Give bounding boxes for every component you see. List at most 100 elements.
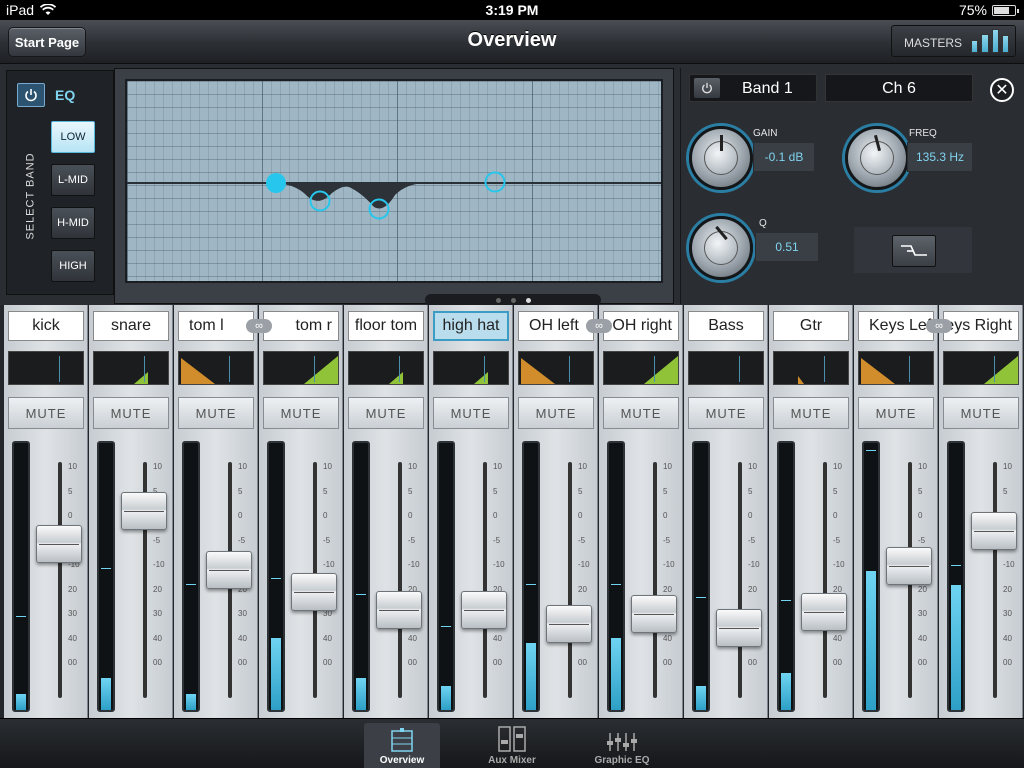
- band-lmid-button[interactable]: L-MID: [51, 164, 95, 196]
- band-low-button[interactable]: LOW: [51, 121, 95, 153]
- fader-track: [738, 462, 742, 698]
- fader-handle[interactable]: [206, 551, 252, 589]
- masters-meter-icon: [971, 29, 1009, 53]
- fader-handle[interactable]: [716, 609, 762, 647]
- fader-handle[interactable]: [801, 593, 847, 631]
- channel-name[interactable]: kick: [8, 311, 84, 341]
- channel-name[interactable]: OH right: [603, 311, 679, 341]
- q-knob[interactable]: [689, 216, 753, 280]
- fader-handle[interactable]: [461, 591, 507, 629]
- page-dot-active: [525, 297, 531, 303]
- mute-button[interactable]: MUTE: [773, 397, 849, 429]
- battery-percent: 75%: [958, 2, 987, 18]
- mini-eq-shape: [521, 358, 555, 384]
- mute-button[interactable]: MUTE: [943, 397, 1019, 429]
- fader-scale: 1050-5-1020304000: [1003, 462, 1015, 667]
- freq-knob[interactable]: [845, 126, 909, 190]
- stereo-link-icon[interactable]: ∞: [246, 319, 272, 333]
- filter-shape-button[interactable]: [892, 235, 936, 267]
- channel-mini-eq[interactable]: [518, 351, 594, 385]
- fader-handle[interactable]: [546, 605, 592, 643]
- channel-mini-eq[interactable]: [93, 351, 169, 385]
- channel-mini-eq[interactable]: [858, 351, 934, 385]
- channel-mini-eq[interactable]: [178, 351, 254, 385]
- mini-eq-shape: [644, 356, 678, 384]
- fader-handle[interactable]: [631, 595, 677, 633]
- channel-name[interactable]: Gtr: [773, 311, 849, 341]
- mute-button[interactable]: MUTE: [93, 397, 169, 429]
- clock: 3:19 PM: [485, 2, 539, 18]
- gain-knob[interactable]: [689, 126, 753, 190]
- mute-button[interactable]: MUTE: [178, 397, 254, 429]
- stereo-link-icon[interactable]: ∞: [926, 319, 952, 333]
- fader-handle[interactable]: [121, 492, 167, 530]
- mute-button[interactable]: MUTE: [263, 397, 339, 429]
- fader-handle[interactable]: [291, 573, 337, 611]
- channel-mini-eq[interactable]: [603, 351, 679, 385]
- mute-button[interactable]: MUTE: [433, 397, 509, 429]
- channel-name[interactable]: floor tom: [348, 311, 424, 341]
- mini-eq-shape: [304, 356, 338, 384]
- fader-scale: 1050-5-1020304000: [748, 462, 760, 667]
- mute-button[interactable]: MUTE: [603, 397, 679, 429]
- tab-aux-mixer[interactable]: Aux Mixer: [474, 723, 550, 768]
- channel-strip-snare: snare MUTE 1050-5-1020304000: [89, 305, 173, 718]
- channel-mini-eq[interactable]: [348, 351, 424, 385]
- bottom-tab-bar: Overview Aux Mixer Graphic EQ: [0, 718, 1024, 768]
- mute-button[interactable]: MUTE: [518, 397, 594, 429]
- level-meter: [607, 441, 625, 712]
- eq-curve-graph[interactable]: [125, 79, 663, 283]
- fader-handle[interactable]: [36, 525, 82, 563]
- channel-strip-oh-right: OH right MUTE 1050-5-1020304000: [599, 305, 683, 718]
- channel-name[interactable]: tom r: [263, 311, 339, 341]
- mute-button[interactable]: MUTE: [348, 397, 424, 429]
- tab-graphic-eq[interactable]: Graphic EQ: [584, 723, 660, 768]
- band-power-button[interactable]: [694, 78, 720, 98]
- channel-name[interactable]: high hat: [433, 311, 509, 341]
- level-meter: [182, 441, 200, 712]
- mute-button[interactable]: MUTE: [8, 397, 84, 429]
- channel-mini-eq[interactable]: [433, 351, 509, 385]
- channel-name[interactable]: snare: [93, 311, 169, 341]
- channel-name[interactable]: tom l: [178, 311, 254, 341]
- close-icon[interactable]: ✕: [990, 78, 1014, 102]
- eq-node-low[interactable]: [266, 173, 286, 193]
- channel-mini-eq[interactable]: [773, 351, 849, 385]
- channel-mini-eq[interactable]: [8, 351, 84, 385]
- channel-name[interactable]: OH left: [518, 311, 594, 341]
- fader-handle[interactable]: [376, 591, 422, 629]
- channel-name[interactable]: Keys Right: [943, 311, 1019, 341]
- status-bar: iPad 3:19 PM 75%: [0, 0, 1024, 20]
- channel-mini-eq[interactable]: [688, 351, 764, 385]
- mini-eq-shape: [984, 356, 1018, 384]
- shelf-filter-icon: [901, 245, 927, 256]
- q-value: 0.51: [755, 232, 819, 262]
- tab-overview[interactable]: Overview: [364, 723, 440, 768]
- fader-track: [58, 462, 62, 698]
- band-hmid-button[interactable]: H-MID: [51, 207, 95, 239]
- mini-eq-shape: [9, 352, 84, 385]
- masters-button[interactable]: MASTERS: [891, 25, 1016, 57]
- mute-button[interactable]: MUTE: [688, 397, 764, 429]
- mute-button[interactable]: MUTE: [858, 397, 934, 429]
- eq-power-button[interactable]: [17, 83, 45, 107]
- channel-name[interactable]: Keys Left: [858, 311, 934, 341]
- channel-mini-eq[interactable]: [263, 351, 339, 385]
- level-meter: [522, 441, 540, 712]
- freq-value: 135.3 Hz: [907, 142, 973, 172]
- title-bar: Start Page Overview MASTERS: [0, 20, 1024, 64]
- channel-label: Ch 6: [825, 74, 973, 102]
- stereo-link-icon[interactable]: ∞: [586, 319, 612, 333]
- channel-strip-tom-r: tom r MUTE 1050-5-1020304000: [259, 305, 343, 718]
- channel-mini-eq[interactable]: [943, 351, 1019, 385]
- band-high-button[interactable]: HIGH: [51, 250, 95, 282]
- fader-scale: 1050-5-1020304000: [493, 462, 505, 667]
- power-icon: [702, 82, 712, 94]
- fader-scale: 1050-5-1020304000: [663, 462, 675, 667]
- fader-handle[interactable]: [886, 547, 932, 585]
- fader-handle[interactable]: [971, 512, 1017, 550]
- level-meter: [12, 441, 30, 712]
- fader-scale: 1050-5-1020304000: [833, 462, 845, 667]
- channel-name[interactable]: Bass: [688, 311, 764, 341]
- fader-track: [568, 462, 572, 698]
